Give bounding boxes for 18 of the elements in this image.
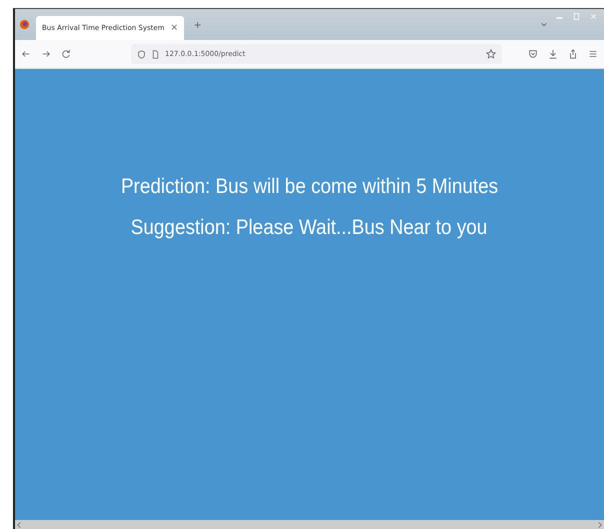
shield-icon: [137, 50, 146, 58]
new-tab-button[interactable]: +: [190, 18, 206, 32]
horizontal-scrollbar[interactable]: [15, 520, 604, 529]
pocket-icon[interactable]: [528, 49, 538, 59]
scroll-left-icon[interactable]: [15, 521, 23, 529]
tab-close-button[interactable]: ×: [170, 23, 178, 33]
download-icon[interactable]: [548, 49, 558, 59]
menu-icon[interactable]: [588, 49, 598, 59]
reload-icon[interactable]: [61, 49, 71, 59]
scroll-right-icon[interactable]: [596, 521, 604, 529]
back-arrow-icon[interactable]: [21, 49, 31, 59]
result-text: Suggestion: Please Wait...Bus Near to you: [131, 216, 488, 240]
forward-arrow-icon[interactable]: [41, 49, 51, 59]
firefox-icon: [19, 19, 30, 30]
page-icon: [151, 50, 160, 58]
result-text: Prediction: Bus will be come within 5 Minutes: [120, 175, 498, 199]
share-icon[interactable]: [568, 49, 578, 59]
star-icon[interactable]: [486, 49, 496, 59]
